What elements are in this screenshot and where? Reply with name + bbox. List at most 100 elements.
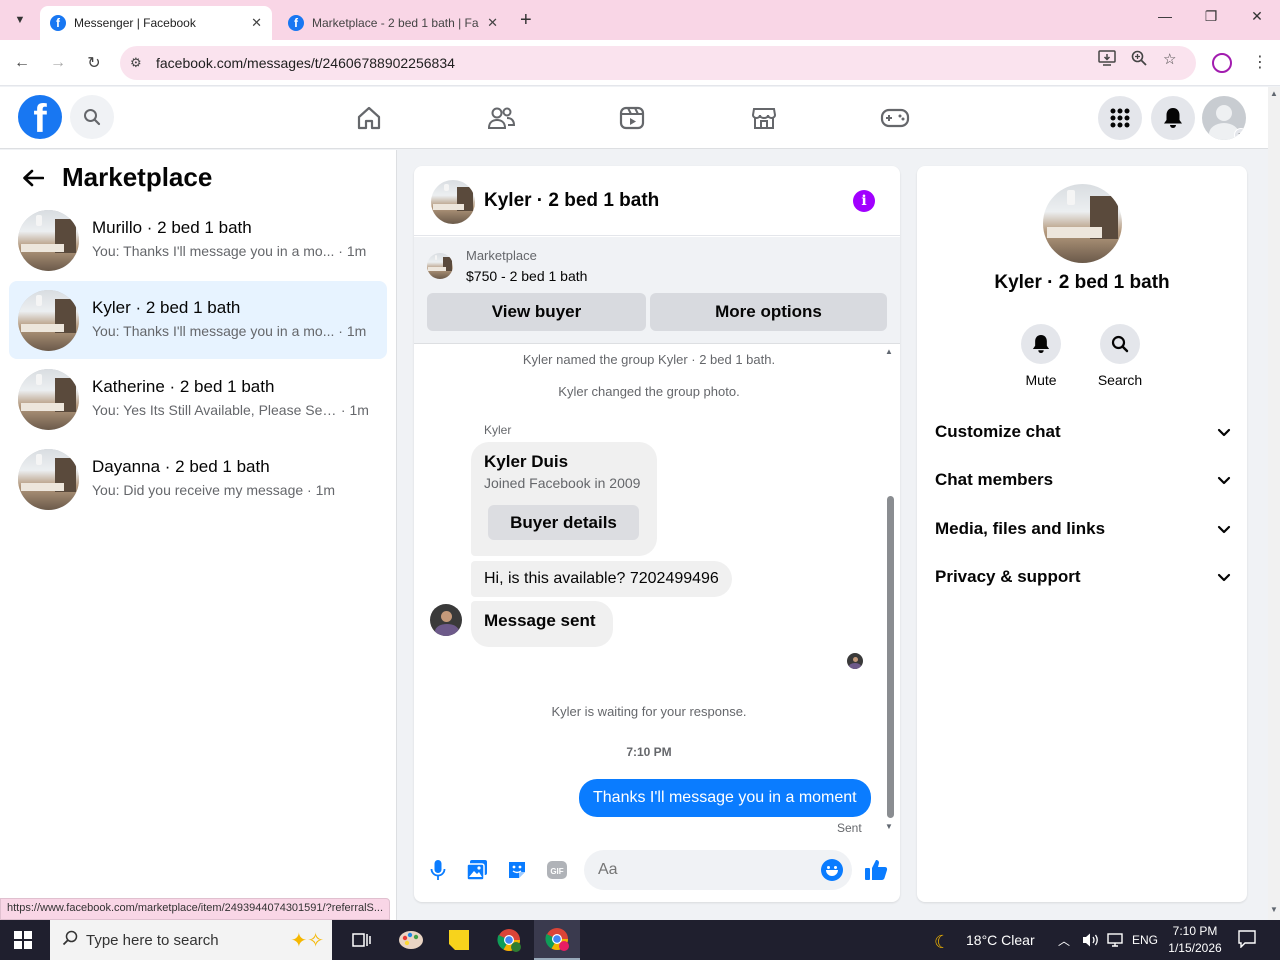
scroll-down-arrow-icon[interactable]: ▼ xyxy=(885,822,893,831)
mute-button[interactable]: Mute xyxy=(1001,324,1081,388)
chat-scrollbar-thumb[interactable] xyxy=(887,496,894,818)
panel-title: Marketplace xyxy=(62,162,213,192)
install-app-icon[interactable] xyxy=(1098,50,1116,70)
task-view-icon[interactable] xyxy=(338,920,384,960)
privacy-support-row[interactable]: Privacy & support xyxy=(935,557,1231,597)
chevron-down-icon xyxy=(1217,519,1231,539)
listing-thumbnail[interactable] xyxy=(427,253,453,279)
message-timestamp: 7:10 PM xyxy=(626,745,672,759)
forward-icon[interactable]: → xyxy=(46,51,70,75)
weather-moon-icon[interactable]: ☾ xyxy=(934,932,950,953)
message-input[interactable] xyxy=(584,850,852,890)
sender-name: Kyler xyxy=(484,423,512,437)
search-icon xyxy=(1100,324,1140,364)
listing-thumbnail xyxy=(18,369,79,430)
network-icon[interactable] xyxy=(1106,932,1124,951)
chrome-active-icon[interactable] xyxy=(534,920,580,960)
sticker-icon[interactable] xyxy=(505,858,529,882)
customize-chat-row[interactable]: Customize chat xyxy=(935,412,1231,452)
tray-chevron-up-icon[interactable]: ︿ xyxy=(1058,932,1070,949)
info-icon[interactable]: i xyxy=(853,190,875,212)
chrome-profile-icon[interactable] xyxy=(486,920,532,960)
buyer-details-button[interactable]: Buyer details xyxy=(488,505,639,540)
back-arrow-icon[interactable] xyxy=(22,166,45,194)
system-message: Kyler changed the group photo. xyxy=(558,384,740,399)
paint-app-icon[interactable] xyxy=(388,920,434,960)
notifications-bell-icon[interactable] xyxy=(1151,96,1195,140)
tab-close-icon[interactable]: ✕ xyxy=(487,15,498,31)
chevron-down-icon: ▼ xyxy=(1234,128,1246,140)
listing-thumbnail xyxy=(18,449,79,510)
conversation-item[interactable]: Katherine · 2 bed 1 bath You: Yes Its St… xyxy=(9,360,387,438)
chat-header: Kyler · 2 bed 1 bath i xyxy=(414,166,900,236)
weather-text[interactable]: 18°C Clear xyxy=(966,932,1035,948)
scroll-up-arrow-icon[interactable]: ▲ xyxy=(1270,89,1278,98)
chat-members-row[interactable]: Chat members xyxy=(935,460,1231,500)
window-close-icon[interactable]: ✕ xyxy=(1242,8,1272,25)
photo-icon[interactable] xyxy=(465,858,489,882)
microphone-icon[interactable] xyxy=(426,858,450,882)
friends-icon[interactable] xyxy=(486,103,516,133)
scroll-down-arrow-icon[interactable]: ▼ xyxy=(1270,905,1278,914)
conversation-name: Katherine · 2 bed 1 bath xyxy=(92,377,275,396)
section-label: Privacy & support xyxy=(935,567,1081,586)
account-avatar[interactable]: ▼ xyxy=(1202,96,1246,140)
more-options-button[interactable]: More options xyxy=(650,293,887,331)
search-label: Search xyxy=(1097,372,1143,388)
incoming-message[interactable]: Message sent xyxy=(471,601,613,647)
tab-messenger[interactable]: f Messenger | Facebook ✕ xyxy=(40,6,272,40)
volume-icon[interactable] xyxy=(1082,932,1100,951)
reload-icon[interactable]: ↻ xyxy=(82,51,106,75)
conversation-item[interactable]: Dayanna · 2 bed 1 bath You: Did you rece… xyxy=(9,440,387,518)
menu-grid-icon[interactable] xyxy=(1098,96,1142,140)
conversation-name: Murillo · 2 bed 1 bath xyxy=(92,218,252,237)
conversation-list-panel: Marketplace Murillo · 2 bed 1 bath You: … xyxy=(0,150,397,920)
chat-title[interactable]: Kyler · 2 bed 1 bath xyxy=(484,190,659,212)
conversation-item-selected[interactable]: Kyler · 2 bed 1 bath You: Thanks I'll me… xyxy=(9,281,387,359)
emoji-icon[interactable] xyxy=(821,859,843,881)
windows-start-icon[interactable] xyxy=(14,931,32,949)
media-files-links-row[interactable]: Media, files and links xyxy=(935,509,1231,549)
new-tab-plus-icon[interactable]: + xyxy=(520,9,532,32)
search-highlight-sparkle-icon: ✦✧ xyxy=(290,929,324,952)
page-scrollbar[interactable]: ▲ ▼ xyxy=(1268,87,1280,920)
search-icon[interactable] xyxy=(70,95,114,139)
browser-menu-icon[interactable]: ⋮ xyxy=(1252,52,1268,72)
video-icon[interactable] xyxy=(617,103,647,133)
restore-icon[interactable]: ❐ xyxy=(1196,8,1226,25)
tab-search-chevron-icon[interactable]: ▼ xyxy=(8,8,32,32)
search-in-chat-button[interactable]: Search xyxy=(1080,324,1160,388)
marketplace-icon[interactable] xyxy=(749,103,779,133)
message-composer: GIF xyxy=(414,846,900,896)
marketplace-label: Marketplace xyxy=(466,248,537,263)
tab-marketplace[interactable]: f Marketplace - 2 bed 1 bath | Fa ✕ xyxy=(278,6,508,40)
bookmark-star-icon[interactable]: ☆ xyxy=(1163,50,1176,68)
tab-close-icon[interactable]: ✕ xyxy=(251,15,262,31)
notification-center-icon[interactable] xyxy=(1238,930,1256,951)
conversation-item[interactable]: Murillo · 2 bed 1 bath You: Thanks I'll … xyxy=(9,201,387,279)
gif-icon[interactable]: GIF xyxy=(545,858,569,882)
view-buyer-button[interactable]: View buyer xyxy=(427,293,646,331)
profile-icon[interactable] xyxy=(1212,53,1232,73)
minimize-icon[interactable]: — xyxy=(1150,8,1180,24)
incoming-message[interactable]: Hi, is this available? 7202499496 xyxy=(471,561,732,597)
back-icon[interactable]: ← xyxy=(10,51,34,75)
thumbs-up-icon[interactable] xyxy=(864,858,888,882)
scroll-up-arrow-icon[interactable]: ▲ xyxy=(885,347,893,356)
zoom-icon[interactable] xyxy=(1131,50,1147,70)
listing-price[interactable]: $750 - 2 bed 1 bath xyxy=(466,268,587,284)
language-indicator[interactable]: ENG xyxy=(1132,933,1158,947)
gaming-icon[interactable] xyxy=(880,103,910,133)
outgoing-message[interactable]: Thanks I'll message you in a moment xyxy=(579,779,871,817)
site-info-icon[interactable]: ⚙ xyxy=(130,55,152,71)
sticky-notes-icon[interactable] xyxy=(436,920,482,960)
taskbar-search-box[interactable]: Type here to search ✦✧ xyxy=(50,920,332,960)
address-bar[interactable]: ⚙ facebook.com/messages/t/24606788902256… xyxy=(120,46,1196,80)
search-icon xyxy=(62,930,78,951)
home-icon[interactable] xyxy=(354,103,384,133)
facebook-logo-icon[interactable]: f xyxy=(18,95,62,139)
status-bar-url: https://www.facebook.com/marketplace/ite… xyxy=(0,898,391,920)
taskbar-clock[interactable]: 7:10 PM 1/15/2026 xyxy=(1168,923,1222,957)
chat-thumbnail[interactable] xyxy=(431,180,475,224)
sender-avatar[interactable] xyxy=(430,604,462,636)
